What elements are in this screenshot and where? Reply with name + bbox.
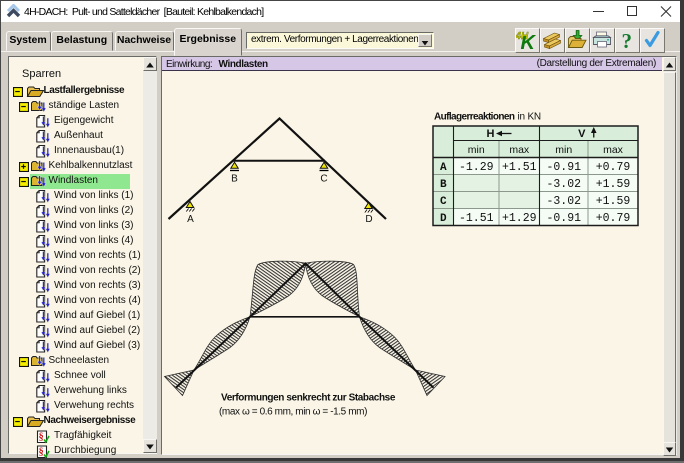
svg-text:+0.79: +0.79 bbox=[596, 212, 631, 225]
svg-text:Auflagerreaktionen: Auflagerreaktionen bbox=[434, 112, 515, 123]
svg-text:C: C bbox=[320, 174, 327, 185]
svg-text:V: V bbox=[578, 128, 586, 140]
svg-text:min: min bbox=[555, 144, 572, 156]
svg-text:(max ω = 0.6 mm, min ω = -1.5: (max ω = 0.6 mm, min ω = -1.5 mm) bbox=[219, 407, 367, 418]
svg-text:+1.59: +1.59 bbox=[596, 178, 631, 191]
svg-text:-3.02: -3.02 bbox=[546, 195, 581, 208]
svg-text:+1.29: +1.29 bbox=[502, 212, 537, 225]
svg-text:D: D bbox=[365, 214, 372, 225]
svg-text:max: max bbox=[509, 144, 530, 156]
svg-text:max: max bbox=[603, 144, 624, 156]
svg-text:C: C bbox=[440, 196, 447, 208]
svg-text:B: B bbox=[231, 174, 238, 185]
svg-text:H: H bbox=[487, 128, 495, 140]
svg-text:Verformungen senkrecht zur Sta: Verformungen senkrecht zur Stabachse bbox=[221, 393, 396, 404]
svg-text:-0.91: -0.91 bbox=[546, 212, 581, 225]
svg-text:min: min bbox=[468, 144, 485, 156]
svg-text:A: A bbox=[440, 162, 447, 174]
svg-text:in KN: in KN bbox=[518, 112, 541, 123]
svg-text:B: B bbox=[440, 179, 447, 191]
svg-text:-3.02: -3.02 bbox=[546, 178, 581, 191]
svg-text:-1.29: -1.29 bbox=[459, 161, 494, 174]
svg-text:+1.51: +1.51 bbox=[502, 161, 537, 174]
svg-text:+0.79: +0.79 bbox=[596, 161, 631, 174]
svg-text:-0.91: -0.91 bbox=[546, 161, 581, 174]
svg-text:D: D bbox=[440, 213, 447, 225]
svg-text:-1.51: -1.51 bbox=[459, 212, 494, 225]
svg-text:+1.59: +1.59 bbox=[596, 195, 631, 208]
svg-text:A: A bbox=[187, 214, 194, 225]
